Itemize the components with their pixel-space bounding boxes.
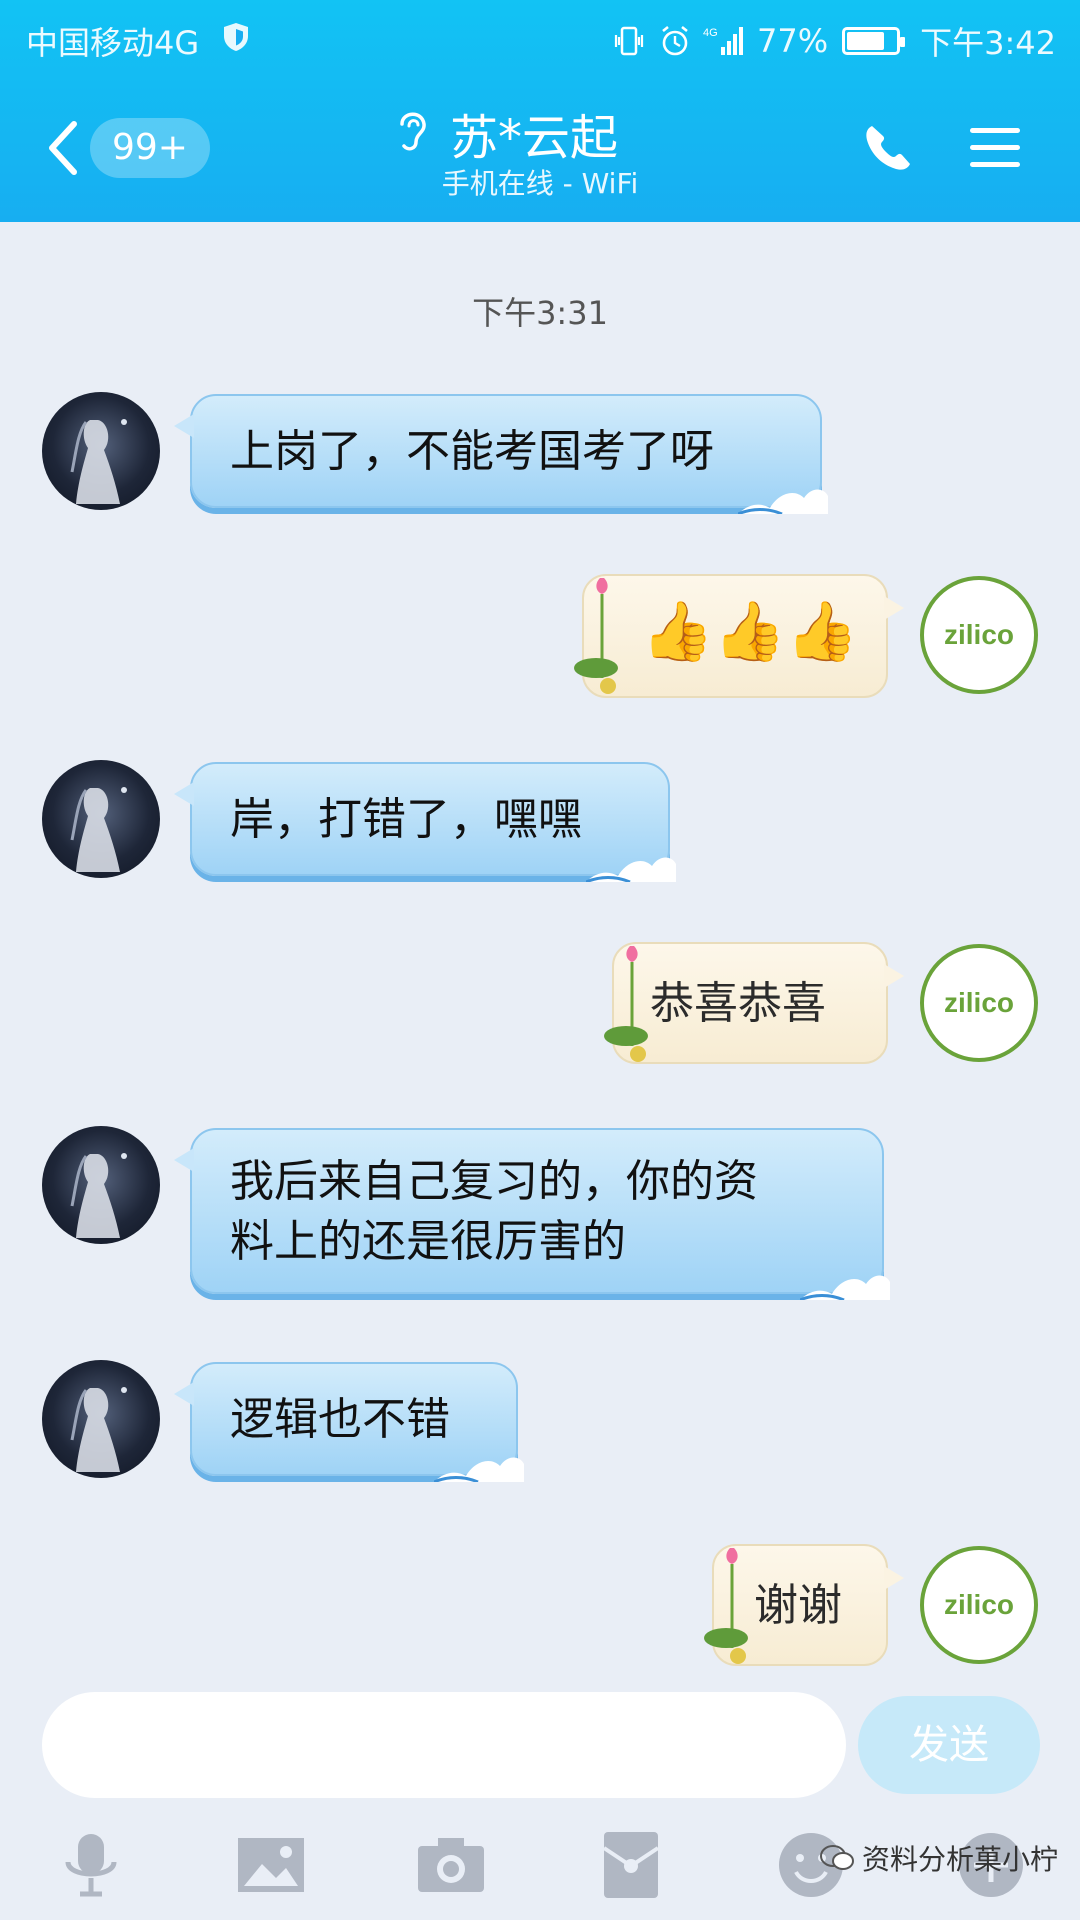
logo-text: zilico <box>944 619 1014 650</box>
mic-icon[interactable] <box>56 1830 126 1900</box>
carrier-label: 中国移动4G <box>26 24 200 62</box>
image-icon[interactable] <box>236 1830 306 1900</box>
wave-decoration <box>586 857 676 882</box>
message-text: 上岗了，不能考国考了呀 <box>230 426 714 477</box>
battery-percent: 77% <box>757 22 829 60</box>
self-avatar[interactable]: zilico <box>920 1546 1038 1664</box>
message-text: 谢谢 <box>754 1580 842 1631</box>
red-packet-icon[interactable] <box>596 1830 666 1900</box>
message-bubble-outgoing[interactable]: 👍👍👍 <box>574 574 904 698</box>
status-right: 4G 77% 下午3:42 <box>611 18 1056 64</box>
thumbs-up-emojis: 👍👍👍 <box>641 597 859 665</box>
signal-icon: 4G <box>703 27 743 55</box>
contact-avatar[interactable] <box>42 392 160 510</box>
message-text: 逻辑也不错 <box>230 1394 450 1445</box>
network-type: 4G <box>703 27 718 39</box>
zilico-logo: zilico <box>944 619 1014 650</box>
message-bubble-outgoing[interactable]: 谢谢 <box>704 1544 904 1666</box>
message-input[interactable] <box>42 1692 846 1798</box>
clock: 下午3:42 <box>920 24 1056 62</box>
menu-icon[interactable] <box>968 124 1022 172</box>
logo-text: zilico <box>944 1589 1014 1620</box>
watermark: 资料分析菓小柠 <box>820 1838 1058 1878</box>
chat-header: 中国移动4G 4G 77% 下午3:42 99+ 苏*云起 手机在线 - WiF… <box>0 0 1080 222</box>
message-timestamp: 下午3:31 <box>472 294 608 332</box>
message-text-line-1: 我后来自己复习的，你的资 <box>230 1156 758 1207</box>
phone-icon[interactable] <box>862 122 914 174</box>
status-bar: 中国移动4G 4G 77% 下午3:42 <box>0 0 1080 76</box>
vibrate-icon <box>614 26 644 56</box>
send-button[interactable]: 发送 <box>858 1696 1040 1794</box>
self-avatar[interactable]: zilico <box>920 576 1038 694</box>
camera-icon[interactable] <box>416 1830 486 1900</box>
figure-illustration <box>70 787 127 872</box>
battery-fill <box>847 32 885 50</box>
contact-avatar[interactable] <box>42 760 160 878</box>
contact-avatar[interactable] <box>42 1126 160 1244</box>
battery-icon <box>842 27 906 55</box>
shield-icon <box>224 23 248 51</box>
message-bubble-incoming[interactable]: 逻辑也不错 <box>174 1362 524 1482</box>
contact-name[interactable]: 苏*云起 <box>450 98 618 168</box>
wave-decoration <box>434 1457 524 1482</box>
watermark-text: 资料分析菓小柠 <box>862 1843 1059 1876</box>
contact-status: 手机在线 - WiFi <box>441 167 639 200</box>
contact-avatar[interactable] <box>42 1360 160 1478</box>
message-bubble-incoming[interactable]: 岸，打错了，嘿嘿 <box>174 762 676 882</box>
message-text-line-2: 料上的还是很厉害的 <box>230 1216 626 1267</box>
message-bubble-incoming[interactable]: 上岗了，不能考国考了呀 <box>174 394 828 514</box>
logo-text: zilico <box>944 987 1014 1018</box>
wechat-icon <box>820 1845 854 1870</box>
zilico-logo: zilico <box>944 987 1014 1018</box>
self-avatar[interactable]: zilico <box>920 944 1038 1062</box>
zilico-logo: zilico <box>944 1589 1014 1620</box>
figure-illustration <box>70 1153 127 1238</box>
figure-illustration <box>70 1387 127 1472</box>
message-text: 岸，打错了，嘿嘿 <box>230 794 582 845</box>
message-bubble-incoming[interactable]: 我后来自己复习的，你的资 料上的还是很厉害的 <box>174 1128 890 1300</box>
message-text: 恭喜恭喜 <box>650 978 826 1029</box>
message-bubble-outgoing[interactable]: 恭喜恭喜 <box>604 942 904 1064</box>
lotus-decoration <box>574 578 618 694</box>
ear-icon[interactable] <box>392 104 432 154</box>
alarm-icon <box>662 25 688 56</box>
wave-decoration <box>738 489 828 514</box>
wave-decoration <box>800 1275 890 1300</box>
figure-illustration <box>70 419 127 504</box>
